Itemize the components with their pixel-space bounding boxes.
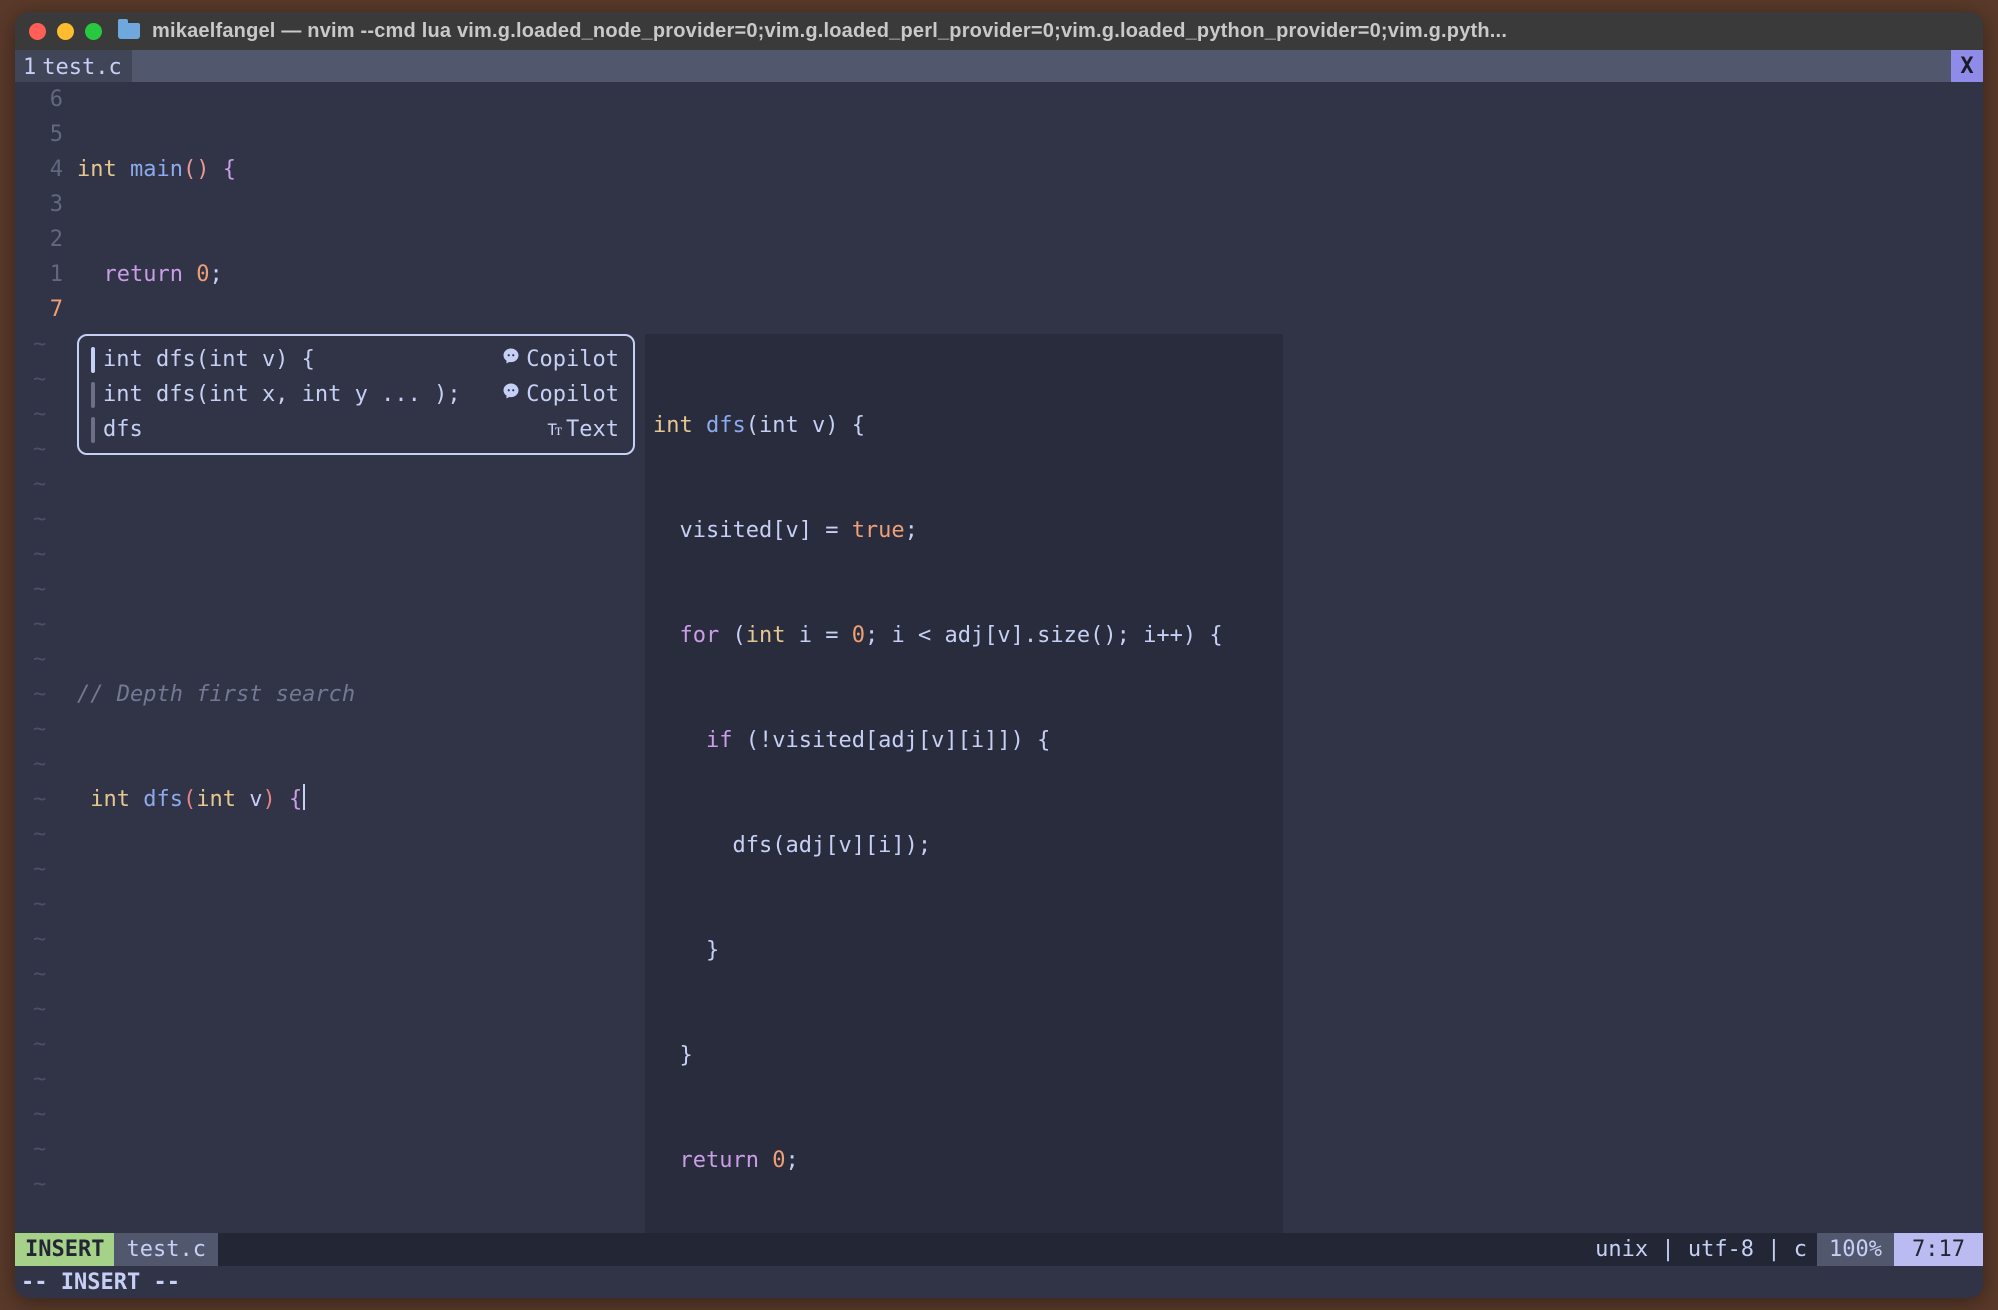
linenr-current: 7 <box>15 292 69 327</box>
completion-item[interactable]: dfs Tᴛ Text <box>79 412 633 447</box>
completion-popup[interactable]: int dfs(int v) { Copilot int dfs(int x, … <box>77 334 635 455</box>
copilot-icon <box>502 377 520 412</box>
mode-indicator: -- INSERT -- <box>21 1270 180 1295</box>
empty-line-tilde: ~ <box>33 677 46 712</box>
linenr: 2 <box>15 222 69 257</box>
window-title: mikaelfangel — nvim --cmd lua vim.g.load… <box>152 20 1969 43</box>
tab-test-c[interactable]: 1 test.c <box>15 50 132 82</box>
folder-icon <box>118 23 140 39</box>
status-percent: 100% <box>1817 1233 1894 1266</box>
empty-line-tilde: ~ <box>33 432 46 467</box>
empty-line-tilde: ~ <box>33 782 46 817</box>
status-mode: INSERT <box>15 1233 114 1266</box>
empty-line-tilde: ~ <box>33 992 46 1027</box>
copilot-icon <box>502 342 520 377</box>
terminal-window: mikaelfangel — nvim --cmd lua vim.g.load… <box>15 12 1983 1298</box>
preview-line: for (int i = 0; i < adj[v].size(); i++) … <box>653 618 1275 653</box>
tab-close-button[interactable]: X <box>1951 50 1983 82</box>
preview-line: visited[v] = true; <box>653 513 1275 548</box>
empty-line-tilde: ~ <box>33 852 46 887</box>
text-icon: Tᴛ <box>547 412 560 447</box>
completion-text: dfs <box>103 412 539 447</box>
editor-viewport[interactable]: 6 5 4 3 2 1 7 int main() { return 0; }; … <box>15 82 1983 1233</box>
close-window-button[interactable] <box>29 23 46 40</box>
completion-item[interactable]: int dfs(int x, int y ... ); Copilot <box>79 377 633 412</box>
code-line: return 0; <box>77 257 1983 292</box>
preview-line: dfs(adj[v][i]); <box>653 828 1275 863</box>
empty-line-tilde: ~ <box>33 1132 46 1167</box>
empty-line-tilde: ~ <box>33 642 46 677</box>
empty-line-tilde: ~ <box>33 1027 46 1062</box>
traffic-lights <box>29 23 102 40</box>
completion-source: Copilot <box>502 342 619 377</box>
empty-line-tilde: ~ <box>33 467 46 502</box>
preview-line: return 0; <box>653 1143 1275 1178</box>
linenr: 5 <box>15 117 69 152</box>
zoom-window-button[interactable] <box>85 23 102 40</box>
status-cursor-pos: 7:17 <box>1894 1233 1983 1266</box>
empty-line-tilde: ~ <box>33 502 46 537</box>
tab-index: 1 <box>23 55 36 80</box>
empty-line-tilde: ~ <box>33 537 46 572</box>
completion-source: Copilot <box>502 377 619 412</box>
empty-line-tilde: ~ <box>33 817 46 852</box>
status-file-meta: unix | utf-8 | c <box>1585 1233 1817 1266</box>
selection-indicator <box>91 417 95 443</box>
linenr: 4 <box>15 152 69 187</box>
preview-line: int dfs(int v) { <box>653 408 1275 443</box>
empty-line-tilde: ~ <box>33 327 46 362</box>
code-line: int main() { <box>77 152 1983 187</box>
empty-line-tilde: ~ <box>33 957 46 992</box>
command-line: -- INSERT -- <box>15 1266 1983 1298</box>
empty-line-tilde: ~ <box>33 397 46 432</box>
status-filename: test.c <box>114 1233 217 1266</box>
tab-filename: test.c <box>42 55 121 80</box>
empty-line-tilde: ~ <box>33 747 46 782</box>
completion-text: int dfs(int x, int y ... ); <box>103 377 494 412</box>
selection-indicator <box>91 382 95 408</box>
completion-item[interactable]: int dfs(int v) { Copilot <box>79 342 633 377</box>
empty-line-tilde: ~ <box>33 887 46 922</box>
preview-line: } <box>653 933 1275 968</box>
preview-line: } <box>653 1038 1275 1073</box>
preview-line: if (!visited[adj[v][i]]) { <box>653 723 1275 758</box>
empty-line-tilde: ~ <box>33 362 46 397</box>
close-icon: X <box>1960 54 1973 79</box>
tabline-spacer <box>132 50 1951 82</box>
empty-line-tilde: ~ <box>33 1097 46 1132</box>
statusline-spacer <box>218 1233 1585 1266</box>
linenr: 6 <box>15 82 69 117</box>
empty-line-tilde: ~ <box>33 607 46 642</box>
tabline: 1 test.c X <box>15 50 1983 82</box>
empty-line-tilde: ~ <box>33 922 46 957</box>
empty-line-tilde: ~ <box>33 712 46 747</box>
macos-titlebar: mikaelfangel — nvim --cmd lua vim.g.load… <box>15 12 1983 50</box>
completion-source: Tᴛ Text <box>547 412 619 447</box>
empty-line-tilde: ~ <box>33 572 46 607</box>
linenr: 3 <box>15 187 69 222</box>
minimize-window-button[interactable] <box>57 23 74 40</box>
text-cursor <box>303 784 305 810</box>
selection-indicator <box>91 347 95 373</box>
linenr: 1 <box>15 257 69 292</box>
completion-text: int dfs(int v) { <box>103 342 494 377</box>
ghost-text-preview: int dfs(int v) { visited[v] = true; for … <box>645 334 1283 1233</box>
empty-line-tilde: ~ <box>33 1167 46 1202</box>
statusline: INSERT test.c unix | utf-8 | c 100% 7:17 <box>15 1233 1983 1266</box>
empty-line-tilde: ~ <box>33 1062 46 1097</box>
